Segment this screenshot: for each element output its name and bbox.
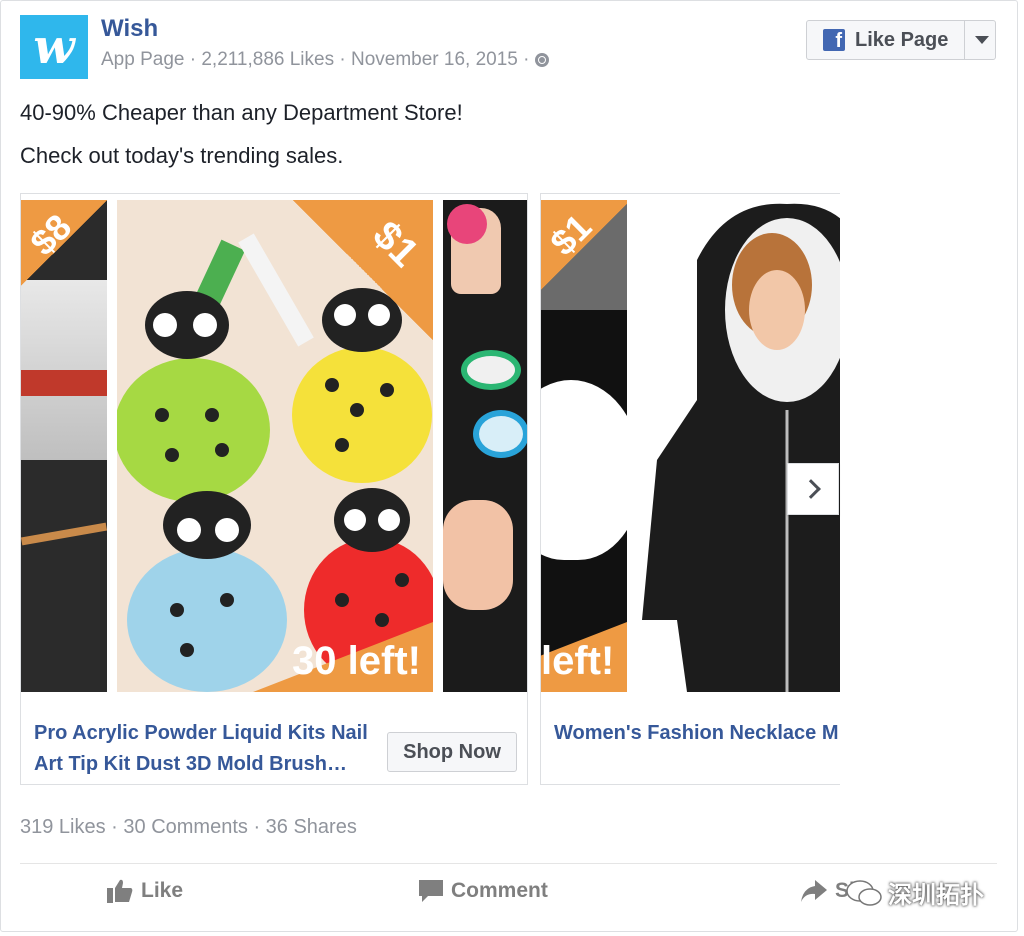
shop-now-button[interactable]: Shop Now bbox=[387, 732, 517, 772]
price-badge: $1 bbox=[541, 200, 627, 290]
stock-label: left! bbox=[541, 639, 615, 683]
carousel-card[interactable]: $8 $1 30 left! Pro Acrylic Powder Liquid… bbox=[20, 193, 528, 785]
post-text-line-2: Check out today's trending sales. bbox=[20, 143, 344, 168]
price-label: $1 bbox=[542, 205, 600, 264]
watermark-text: 深圳拓扑 bbox=[888, 882, 984, 909]
facebook-icon: f bbox=[823, 29, 845, 51]
comment-action-button[interactable]: Comment bbox=[419, 879, 548, 903]
watermark: 深圳拓扑 bbox=[846, 875, 984, 910]
ladybug-toothbrush-holder-image: $1 30 left! bbox=[117, 200, 433, 692]
nail-kit-image: $8 bbox=[21, 200, 107, 692]
product-title[interactable]: Women's Fashion Necklace M and Daughter … bbox=[554, 718, 840, 749]
logo-letter: w bbox=[33, 19, 75, 75]
divider bbox=[20, 863, 997, 864]
carousel-next-button[interactable] bbox=[787, 463, 839, 515]
necklace-image: left! $1 bbox=[541, 200, 627, 692]
like-page-label: Like Page bbox=[855, 28, 949, 51]
product-image[interactable]: left! $1 bbox=[541, 194, 840, 700]
share-icon bbox=[801, 880, 827, 902]
hoodie-illustration bbox=[642, 203, 840, 692]
comment-label: Comment bbox=[451, 879, 548, 902]
post-text-line-1: 40-90% Cheaper than any Department Store… bbox=[20, 100, 463, 125]
price-label: $1 bbox=[363, 212, 427, 276]
post-meta-text: App Page · 2,211,886 Likes · November 16… bbox=[101, 49, 530, 70]
price-badge: $8 bbox=[21, 200, 107, 286]
button-divider bbox=[964, 21, 965, 59]
post-meta: App Page · 2,211,886 Likes · November 16… bbox=[101, 49, 550, 71]
hooded-jacket-image bbox=[637, 200, 840, 692]
stock-label: 30 left! bbox=[292, 639, 421, 683]
wechat-icon bbox=[846, 879, 882, 906]
like-label: Like bbox=[141, 879, 184, 902]
like-action-button[interactable]: Like bbox=[107, 879, 183, 903]
feed-post: w Wish App Page · 2,211,886 Likes · Nove… bbox=[0, 0, 1018, 932]
price-label: $8 bbox=[22, 205, 80, 264]
thumbs-up-icon bbox=[107, 879, 133, 903]
globe-icon bbox=[535, 53, 550, 67]
product-title[interactable]: Pro Acrylic Powder Liquid Kits Nail Art … bbox=[34, 718, 384, 780]
price-badge: $1 bbox=[293, 200, 433, 340]
engagement-stats[interactable]: 319 Likes · 30 Comments · 36 Shares bbox=[20, 816, 357, 839]
product-carousel: $8 $1 30 left! Pro Acrylic Powder Liquid… bbox=[20, 193, 840, 787]
hair-chalk-image bbox=[443, 200, 527, 692]
like-page-button[interactable]: f Like Page bbox=[806, 20, 996, 60]
product-image[interactable]: $8 $1 30 left! bbox=[21, 194, 527, 700]
page-name[interactable]: Wish bbox=[101, 15, 158, 43]
wish-logo[interactable]: w bbox=[20, 15, 88, 79]
comment-icon bbox=[419, 880, 443, 902]
chevron-down-icon[interactable] bbox=[975, 36, 989, 44]
